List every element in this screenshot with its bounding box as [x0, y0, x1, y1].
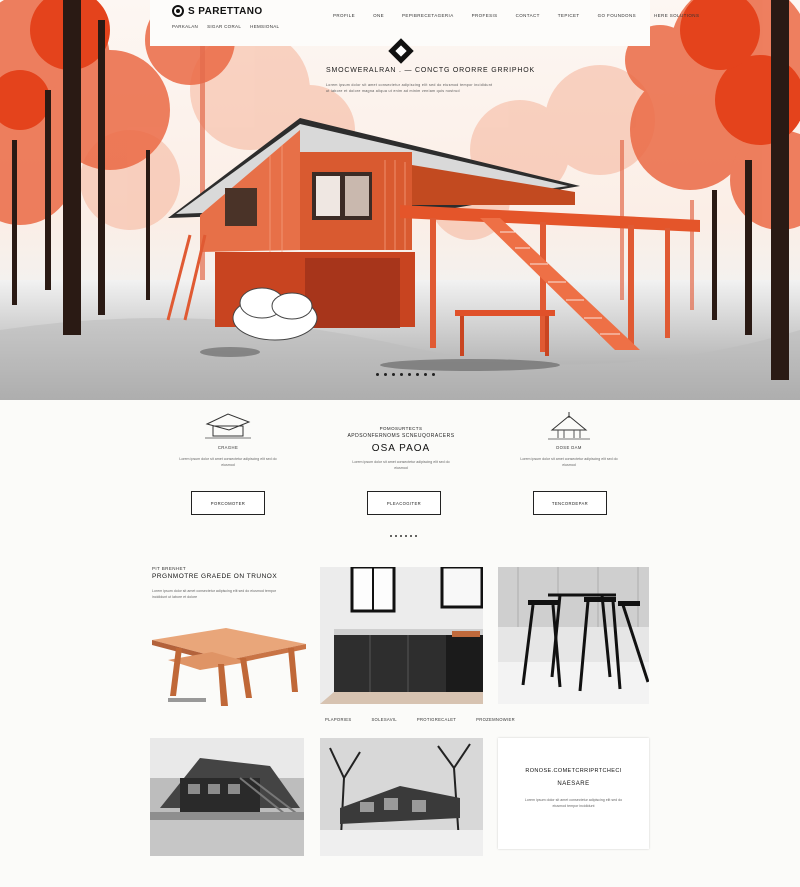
feature-text: Lorem ipsum dolor sit amet consectetur a…	[520, 457, 618, 467]
slider-dots	[376, 373, 435, 376]
site-logo[interactable]: S PARETTANO	[172, 5, 263, 17]
feature-text: Lorem ipsum dolor sit amet consectetur a…	[179, 457, 277, 467]
tile-kitchen[interactable]	[320, 567, 483, 704]
gallery-intro: PIT BRENHET PRGNMOTRE GRAEDE ON TRUNOX L…	[152, 566, 312, 600]
dot	[395, 535, 397, 537]
tile-chairs[interactable]	[498, 567, 649, 704]
dot	[410, 535, 412, 537]
gallery-filters: PLAPORIES SOLESAVIL PROTIGRECALET PROZEM…	[325, 717, 515, 722]
logo-text: S PARETTANO	[188, 5, 263, 17]
page: S PARETTANO PARKALAN SIGAR CORAL HEMSION…	[0, 0, 800, 887]
sub-link[interactable]: SIGAR CORAL	[207, 24, 241, 29]
hero-subtitle: Lorem ipsum dolor sit amet consectetur a…	[326, 83, 493, 93]
feature-button-1[interactable]: PORCOMOTER	[191, 491, 265, 515]
sub-link[interactable]: PARKALAN	[172, 24, 198, 29]
feature-button-2[interactable]: PLEACOGITER	[367, 491, 441, 515]
feature-label: CRAGHE	[217, 445, 239, 450]
chairs-image	[498, 567, 649, 704]
slider-dot[interactable]	[432, 373, 435, 376]
intro-kicker: PIT BRENHET	[152, 566, 187, 571]
filter-item[interactable]: SOLESAVIL	[371, 717, 396, 722]
hero-title: SMOCWERALRAN . — CONCTG ORORRE GRRIPHOK	[326, 67, 535, 74]
dot	[400, 535, 402, 537]
house-trees-image	[320, 738, 483, 856]
feature-column-2: POMOSURTECTS APDSONFERNOMS SCNEUQORACERS…	[316, 426, 486, 471]
intro-heading: PRGNMOTRE GRAEDE ON TRUNOX	[152, 573, 278, 580]
intro-text: Lorem ipsum dolor sit amet consectetur a…	[152, 589, 277, 599]
info-card: RONOSE.COMETCRRIPRTCHECI NAESARE Lorem i…	[498, 738, 649, 849]
feature-big-text: OSA PAOA	[371, 443, 431, 454]
card-text: Lorem ipsum dolor sit amet consectetur a…	[524, 798, 623, 808]
card-subheading: NAESARE	[557, 781, 590, 787]
slider-dot[interactable]	[416, 373, 419, 376]
tile-wooden-table[interactable]	[148, 610, 308, 710]
filter-item[interactable]: PROZEMNOWIER	[476, 717, 515, 722]
nav-item[interactable]: ONE	[373, 13, 384, 18]
feature-label: DOSE DAM	[556, 445, 582, 450]
slider-dot[interactable]	[408, 373, 411, 376]
feature-text: Lorem ipsum dolor sit amet consectetur a…	[352, 460, 450, 470]
slider-dot[interactable]	[392, 373, 395, 376]
nav-item[interactable]: HERE SOLUTIONS	[654, 13, 699, 18]
tile-building-waterfront[interactable]	[150, 738, 304, 856]
temple-icon	[548, 412, 590, 440]
slider-dot[interactable]	[376, 373, 379, 376]
card-heading: RONOSE.COMETCRRIPRTCHECI	[525, 768, 622, 774]
sub-link[interactable]: HEMSIONAL	[250, 24, 279, 29]
filter-item[interactable]: PLAPORIES	[325, 717, 351, 722]
main-nav: PROFILE ONE PEPIBRECETAGERIA PROFESIS CO…	[333, 13, 699, 18]
slider-dot[interactable]	[400, 373, 403, 376]
dot	[390, 535, 392, 537]
sub-links: PARKALAN SIGAR CORAL HEMSIONAL	[172, 24, 279, 29]
logo-icon	[172, 5, 184, 17]
nav-item[interactable]: TEPICET	[558, 13, 580, 18]
dot	[405, 535, 407, 537]
slider-dot[interactable]	[384, 373, 387, 376]
feature-column-1: CRAGHE Lorem ipsum dolor sit amet consec…	[143, 410, 313, 468]
hero-section: S PARETTANO PARKALAN SIGAR CORAL HEMSION…	[0, 0, 800, 400]
nav-item[interactable]: PROFESIS	[472, 13, 498, 18]
table-image	[152, 628, 306, 706]
nav-item[interactable]: PEPIBRECETAGERIA	[402, 13, 454, 18]
filter-item[interactable]: PROTIGRECALET	[417, 717, 456, 722]
dot	[415, 535, 417, 537]
feature-column-3: DOSE DAM Lorem ipsum dolor sit amet cons…	[484, 410, 654, 468]
feature-subheading: APDSONFERNOMS SCNEUQORACERS	[347, 433, 455, 439]
building-image	[150, 738, 304, 856]
slider-dot[interactable]	[424, 373, 427, 376]
kitchen-image	[320, 567, 483, 704]
feature-button-3[interactable]: TENCORDEPAR	[533, 491, 607, 515]
nav-item[interactable]: PROFILE	[333, 13, 355, 18]
nav-item[interactable]: CONTACT	[516, 13, 540, 18]
tile-house-trees[interactable]	[320, 738, 483, 856]
nav-item[interactable]: GO FOUNDONS	[598, 13, 636, 18]
feature-heading: POMOSURTECTS	[379, 426, 423, 431]
pavilion-icon	[205, 413, 251, 439]
section-dots	[390, 535, 417, 537]
